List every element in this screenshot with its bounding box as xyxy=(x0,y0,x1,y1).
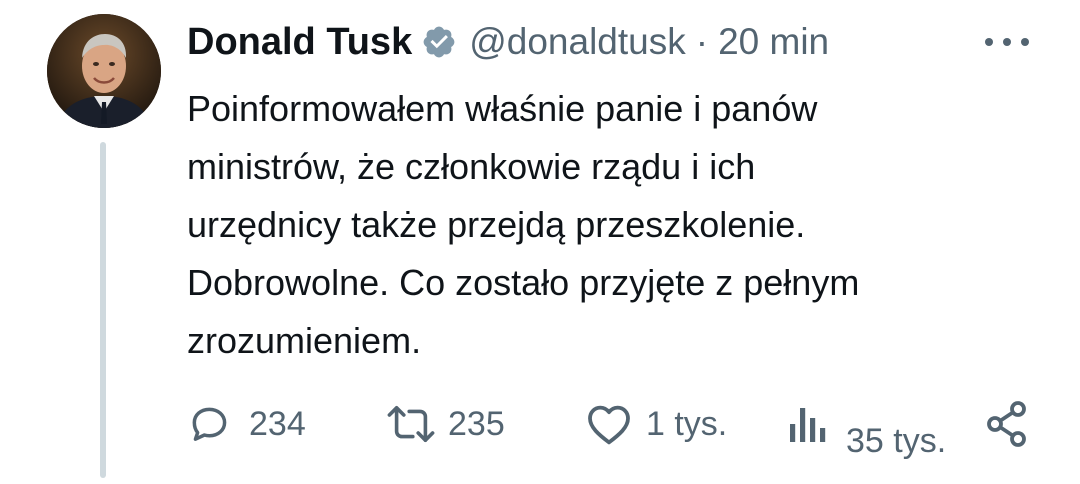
avatar-photo xyxy=(47,14,161,128)
retweet-count: 235 xyxy=(448,404,505,443)
share-button[interactable] xyxy=(985,400,1029,453)
like-button[interactable]: 1 tys. xyxy=(584,402,727,446)
tweet-line: Poinformowałem właśnie panie i panów xyxy=(187,88,818,129)
avatar[interactable] xyxy=(47,14,161,128)
reply-button[interactable]: 234 xyxy=(187,402,306,446)
heart-icon xyxy=(588,405,630,445)
views-count: 35 tys. xyxy=(846,422,947,460)
tweet-text: Poinformowałem właśnie panie i panów min… xyxy=(187,80,1037,370)
verified-badge-icon[interactable] xyxy=(421,24,457,60)
tweet-line: urzędnicy także przejdą przeszkolenie. xyxy=(187,204,806,245)
tweet-header: Donald Tusk @donaldtusk · 20 min xyxy=(187,18,829,66)
thread-line xyxy=(100,142,106,478)
views-button[interactable] xyxy=(788,402,828,446)
tweet-timestamp[interactable]: 20 min xyxy=(718,21,829,63)
retweet-icon xyxy=(387,405,435,442)
retweet-button[interactable]: 235 xyxy=(384,402,505,446)
tweet-line: Dobrowolne. Co zostało przyjęte z pełnym xyxy=(187,262,860,303)
share-icon xyxy=(987,401,1026,447)
separator-dot: · xyxy=(695,21,709,62)
tweet-line: zrozumieniem. xyxy=(187,320,422,361)
author-name[interactable]: Donald Tusk xyxy=(187,21,412,64)
tweet-line: ministrów, że członkowie rządu i ich xyxy=(187,146,756,187)
views-icon xyxy=(790,408,826,442)
more-icon[interactable] xyxy=(985,28,1029,56)
reply-icon xyxy=(192,407,227,441)
author-handle[interactable]: @donaldtusk xyxy=(469,21,686,63)
like-count: 1 tys. xyxy=(646,404,728,443)
reply-count: 234 xyxy=(249,404,306,443)
